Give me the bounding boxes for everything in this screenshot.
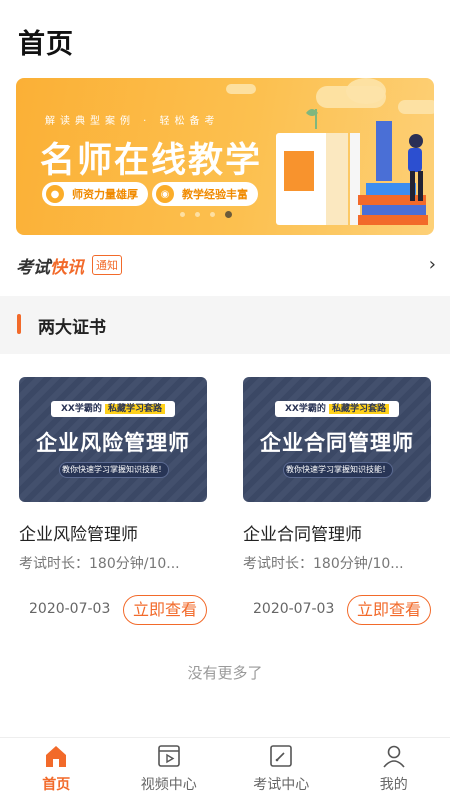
chevron-right-icon[interactable]: › xyxy=(429,254,436,275)
view-now-button[interactable]: 立即查看 xyxy=(123,595,207,625)
tab-home[interactable]: 首页 xyxy=(0,738,113,800)
banner-pill-experience: ◉ 教学经验丰富 xyxy=(152,182,258,206)
banner-dot[interactable] xyxy=(195,212,200,217)
tab-video-center[interactable]: 视频中心 xyxy=(113,738,226,800)
certificate-card[interactable]: XX学霸的 私藏学习套路 企业合同管理师 教你快速学习掌握知识技能！ 企业合同管… xyxy=(243,377,431,627)
tab-label: 考试中心 xyxy=(253,777,310,793)
banner-pagination[interactable] xyxy=(180,211,232,218)
teacher-icon: ● xyxy=(46,185,64,203)
banner-title: 名师在线教学 xyxy=(40,141,263,181)
card-date: 2020-07-03 xyxy=(253,601,335,617)
thumb-bottom-banner: 教你快速学习掌握知识技能！ xyxy=(59,462,169,478)
view-now-button[interactable]: 立即查看 xyxy=(347,595,431,625)
bottom-tab-bar: 首页 视频中心 考试中心 我的 xyxy=(0,737,450,800)
tab-label: 我的 xyxy=(379,777,408,793)
banner-dot[interactable] xyxy=(180,212,185,217)
card-meta: 考试时长：180分钟/10... xyxy=(243,556,404,572)
teaching-illustration xyxy=(276,109,428,225)
thumb-top-banner: XX学霸的 私藏学习套路 xyxy=(275,401,399,417)
section-title: 两大证书 xyxy=(38,318,106,338)
thumb-bottom-banner: 教你快速学习掌握知识技能！ xyxy=(283,462,393,478)
banner-pill-label: 师资力量雄厚 xyxy=(72,188,138,201)
no-more-text: 没有更多了 xyxy=(187,664,263,682)
home-icon xyxy=(46,746,67,767)
tab-exam-center[interactable]: 考试中心 xyxy=(225,738,338,800)
exam-icon xyxy=(270,745,293,767)
card-thumbnail[interactable]: XX学霸的 私藏学习套路 企业风险管理师 教你快速学习掌握知识技能！ xyxy=(19,377,207,502)
profile-icon xyxy=(383,745,405,768)
card-title[interactable]: 企业风险管理师 xyxy=(19,520,207,545)
card-date: 2020-07-03 xyxy=(29,601,111,617)
page-title: 首页 xyxy=(18,29,74,60)
news-tag: 通知 xyxy=(92,255,122,275)
card-meta: 考试时长：180分钟/10... xyxy=(19,556,180,572)
news-brand: 考试快讯 xyxy=(16,257,84,278)
news-bar[interactable]: 考试快讯 通知 › xyxy=(16,253,436,278)
banner-pill-teachers: ● 师资力量雄厚 xyxy=(42,182,148,206)
tab-label: 视频中心 xyxy=(140,777,197,793)
thumb-main-title: 企业合同管理师 xyxy=(260,431,414,455)
section-accent-bar xyxy=(17,314,21,334)
card-title[interactable]: 企业合同管理师 xyxy=(243,520,431,545)
card-thumbnail[interactable]: XX学霸的 私藏学习套路 企业合同管理师 教你快速学习掌握知识技能！ xyxy=(243,377,431,502)
certificate-card[interactable]: XX学霸的 私藏学习套路 企业风险管理师 教你快速学习掌握知识技能！ 企业风险管… xyxy=(19,377,207,627)
experience-icon: ◉ xyxy=(156,185,174,203)
banner-subtitle: 解读典型案例 · 轻松备考 xyxy=(45,116,220,127)
video-icon xyxy=(157,745,180,767)
banner-dot[interactable] xyxy=(210,212,215,217)
tab-label: 首页 xyxy=(42,777,71,793)
thumb-main-title: 企业风险管理师 xyxy=(36,431,190,455)
banner-pill-label: 教学经验丰富 xyxy=(182,188,248,201)
thumb-top-banner: XX学霸的 私藏学习套路 xyxy=(51,401,175,417)
banner-dot-active[interactable] xyxy=(225,211,232,218)
tab-profile[interactable]: 我的 xyxy=(338,738,450,800)
